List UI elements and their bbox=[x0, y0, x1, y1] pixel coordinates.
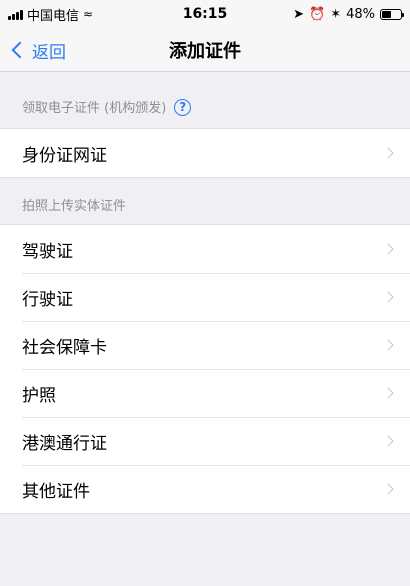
battery-fill bbox=[382, 10, 391, 18]
page-title: 添加证件 bbox=[169, 40, 241, 62]
chevron-left-icon bbox=[11, 41, 29, 59]
list-item-label: 身份证网证 bbox=[22, 145, 107, 166]
list-item-label: 社会保障卡 bbox=[22, 337, 107, 358]
alarm-icon: ⏰ bbox=[309, 6, 326, 22]
status-right: ➤ ⏰ ✶ 48% bbox=[293, 6, 404, 22]
list-item-id-card-net-cert[interactable]: 身份证网证 bbox=[0, 129, 410, 177]
signal-icon bbox=[8, 9, 23, 20]
list-item-label: 其他证件 bbox=[22, 481, 90, 502]
back-label: 返回 bbox=[32, 42, 66, 63]
chevron-right-icon bbox=[382, 435, 394, 447]
list-item-vehicle-license[interactable]: 行驶证 bbox=[0, 273, 410, 321]
chevron-right-icon bbox=[382, 291, 394, 303]
list-item-social-security-card[interactable]: 社会保障卡 bbox=[0, 321, 410, 369]
bluetooth-icon: ✶ bbox=[330, 6, 342, 22]
list-item-label: 港澳通行证 bbox=[22, 433, 107, 454]
section-header-physical: 拍照上传实体证件 bbox=[0, 178, 410, 224]
list-item-passport[interactable]: 护照 bbox=[0, 369, 410, 417]
status-left: 中国电信 ≈ bbox=[8, 5, 93, 24]
section-header-label: 领取电子证件 (机构颁发) bbox=[22, 101, 167, 116]
back-button[interactable]: 返回 bbox=[10, 28, 66, 72]
chevron-right-icon bbox=[382, 339, 394, 351]
content: 领取电子证件 (机构颁发) ? 身份证网证 拍照上传实体证件 驾驶证 行驶证 社… bbox=[0, 72, 410, 514]
list-item-hk-macau-permit[interactable]: 港澳通行证 bbox=[0, 417, 410, 465]
status-bar: 中国电信 ≈ 16:15 ➤ ⏰ ✶ 48% bbox=[0, 0, 410, 28]
electronic-cert-list: 身份证网证 bbox=[0, 128, 410, 178]
list-item-driver-license[interactable]: 驾驶证 bbox=[0, 225, 410, 273]
battery-icon bbox=[380, 8, 404, 20]
section-header-label: 拍照上传实体证件 bbox=[22, 199, 127, 214]
chevron-right-icon bbox=[382, 147, 394, 159]
navigation-bar: 返回 添加证件 bbox=[0, 28, 410, 72]
battery-percent: 48% bbox=[346, 6, 375, 22]
list-item-label: 驾驶证 bbox=[22, 241, 73, 262]
list-item-label: 护照 bbox=[22, 385, 56, 406]
help-icon[interactable]: ? bbox=[174, 99, 192, 116]
list-item-other-cert[interactable]: 其他证件 bbox=[0, 465, 410, 513]
wifi-icon: ≈ bbox=[83, 7, 94, 21]
chevron-right-icon bbox=[382, 387, 394, 399]
section-header-electronic: 领取电子证件 (机构颁发) ? bbox=[0, 72, 410, 128]
location-icon: ➤ bbox=[293, 6, 304, 22]
chevron-right-icon bbox=[382, 243, 394, 255]
physical-cert-list: 驾驶证 行驶证 社会保障卡 护照 港澳通行证 其他证件 bbox=[0, 224, 410, 514]
chevron-right-icon bbox=[382, 483, 394, 495]
carrier-label: 中国电信 bbox=[27, 8, 80, 24]
screen: 中国电信 ≈ 16:15 ➤ ⏰ ✶ 48% 返回 添加证件 领取电子证件 (机… bbox=[0, 0, 410, 586]
list-item-label: 行驶证 bbox=[22, 289, 73, 310]
